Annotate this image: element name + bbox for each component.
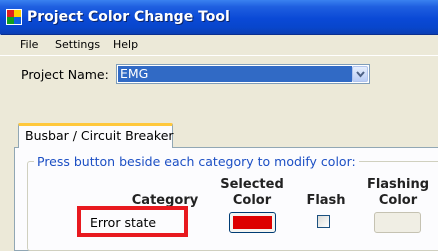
selected-color-column-header: Selected Color	[220, 177, 284, 208]
tab-busbar-circuit-breaker[interactable]: Busbar / Circuit Breaker	[18, 123, 174, 148]
window-title: Project Color Change Tool	[27, 9, 230, 25]
project-name-value: EMG	[118, 66, 352, 82]
flash-column-header: Flash	[306, 193, 346, 208]
group-caption: Press button beside each category to mod…	[34, 154, 359, 169]
menu-settings[interactable]: Settings	[55, 38, 100, 51]
menu-help[interactable]: Help	[113, 38, 138, 51]
chevron-down-icon	[356, 71, 365, 78]
dropdown-button[interactable]	[352, 66, 368, 82]
project-name-label: Project Name:	[21, 67, 109, 82]
title-bar[interactable]: Project Color Change Tool	[0, 0, 438, 35]
flashing-color-button[interactable]	[374, 212, 421, 233]
selected-color-swatch	[233, 216, 272, 229]
flashing-color-column-header: Flashing Color	[366, 177, 430, 208]
project-name-select[interactable]: EMG	[116, 64, 370, 84]
tab-label: Busbar / Circuit Breaker	[25, 128, 174, 143]
error-state-highlight-box	[77, 206, 188, 237]
menu-bar: File Settings Help	[0, 35, 438, 56]
menu-file[interactable]: File	[20, 38, 38, 51]
flash-checkbox[interactable]	[317, 215, 330, 228]
color-palette-icon	[6, 9, 22, 25]
selected-color-button[interactable]	[229, 212, 276, 233]
